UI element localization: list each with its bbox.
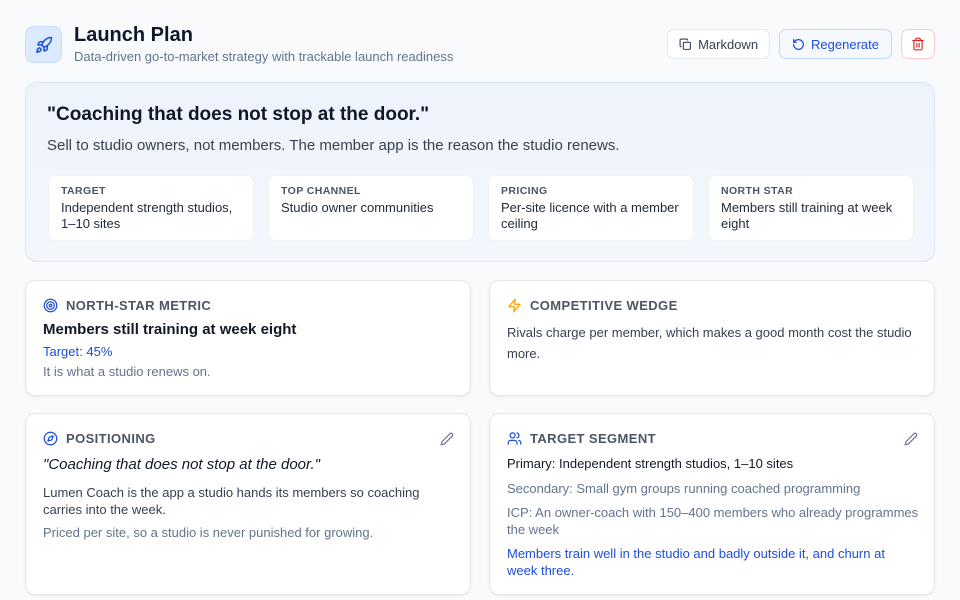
summary-card-north-star: NORTH STAR Members still training at wee… [708,175,914,241]
summary-card-label: TOP CHANNEL [281,185,361,197]
segment-label: TARGET SEGMENT [530,431,656,446]
positioning-note: Priced per site, so a studio is never pu… [43,525,374,540]
page-title: Launch Plan [74,24,193,46]
summary-card-label: NORTH STAR [721,185,794,197]
summary-card-value: Independent strength studios, 1–10 sites [61,200,233,231]
lightning-icon [508,298,521,313]
north-star-metric: Members still training at week eight [43,321,297,338]
pencil-icon[interactable] [904,432,918,446]
north-star-card: NORTH-STAR METRIC Members still training… [25,280,471,396]
delete-button[interactable] [901,29,935,59]
summary-card-label: PRICING [501,185,548,197]
pencil-icon[interactable] [440,432,454,446]
segment-icp: ICP: An owner-coach with 150–400 members… [507,505,919,537]
segment-pain: Members train well in the studio and bad… [507,546,885,578]
competitive-wedge-card: COMPETITIVE WEDGE Rivals charge per memb… [489,280,935,396]
users-icon [507,432,522,445]
summary-card-label: TARGET [61,185,106,197]
summary-card-value: Members still training at week eight [721,200,893,231]
target-icon [43,298,58,313]
summary-cards: TARGET Independent strength studios, 1–1… [48,175,914,241]
hero-quote: "Coaching that does not stop at the door… [47,104,430,125]
markdown-button-label: Markdown [698,36,759,52]
positioning-card: POSITIONING "Coaching that does not stop… [25,413,471,595]
north-star-note: It is what a studio renews on. [43,364,211,379]
segment-header: TARGET SEGMENT [507,431,656,446]
regenerate-button-label: Regenerate [811,36,879,52]
wedge-label: COMPETITIVE WEDGE [530,298,678,313]
north-star-label: NORTH-STAR METRIC [66,298,212,313]
segment-primary: Primary: Independent strength studios, 1… [507,456,794,471]
positioning-body: Lumen Coach is the app a studio hands it… [43,485,420,517]
refresh-icon [793,38,804,50]
segment-secondary: Secondary: Small gym groups running coac… [507,481,861,496]
copy-icon [679,38,691,50]
page-subtitle: Data-driven go-to-market strategy with t… [74,49,454,64]
target-segment-card: TARGET SEGMENT Primary: Independent stre… [489,413,935,595]
wedge-header: COMPETITIVE WEDGE [507,298,678,313]
summary-card-pricing: PRICING Per-site licence with a member c… [488,175,694,241]
wedge-text: Rivals charge per member, which makes a … [507,325,912,361]
positioning-quote: "Coaching that does not stop at the door… [43,456,320,473]
trash-icon [912,37,924,51]
header-actions: Markdown Regenerate [667,29,935,59]
positioning-header: POSITIONING [43,431,156,446]
hero-subline: Sell to studio owners, not members. The … [47,137,620,154]
positioning-label: POSITIONING [66,431,156,446]
regenerate-button[interactable]: Regenerate [779,29,892,59]
rocket-icon [25,26,62,63]
summary-card-target: TARGET Independent strength studios, 1–1… [48,175,254,241]
summary-card-top-channel: TOP CHANNEL Studio owner communities [268,175,474,241]
markdown-button[interactable]: Markdown [667,29,771,59]
strategy-summary: "Coaching that does not stop at the door… [25,82,935,262]
page-header: Launch Plan Data-driven go-to-market str… [25,24,935,68]
compass-icon [43,431,58,446]
summary-card-value: Studio owner communities [281,200,434,215]
summary-card-value: Per-site licence with a member ceiling [501,200,679,231]
north-star-target: Target: 45% [43,344,113,359]
north-star-header: NORTH-STAR METRIC [43,298,211,313]
